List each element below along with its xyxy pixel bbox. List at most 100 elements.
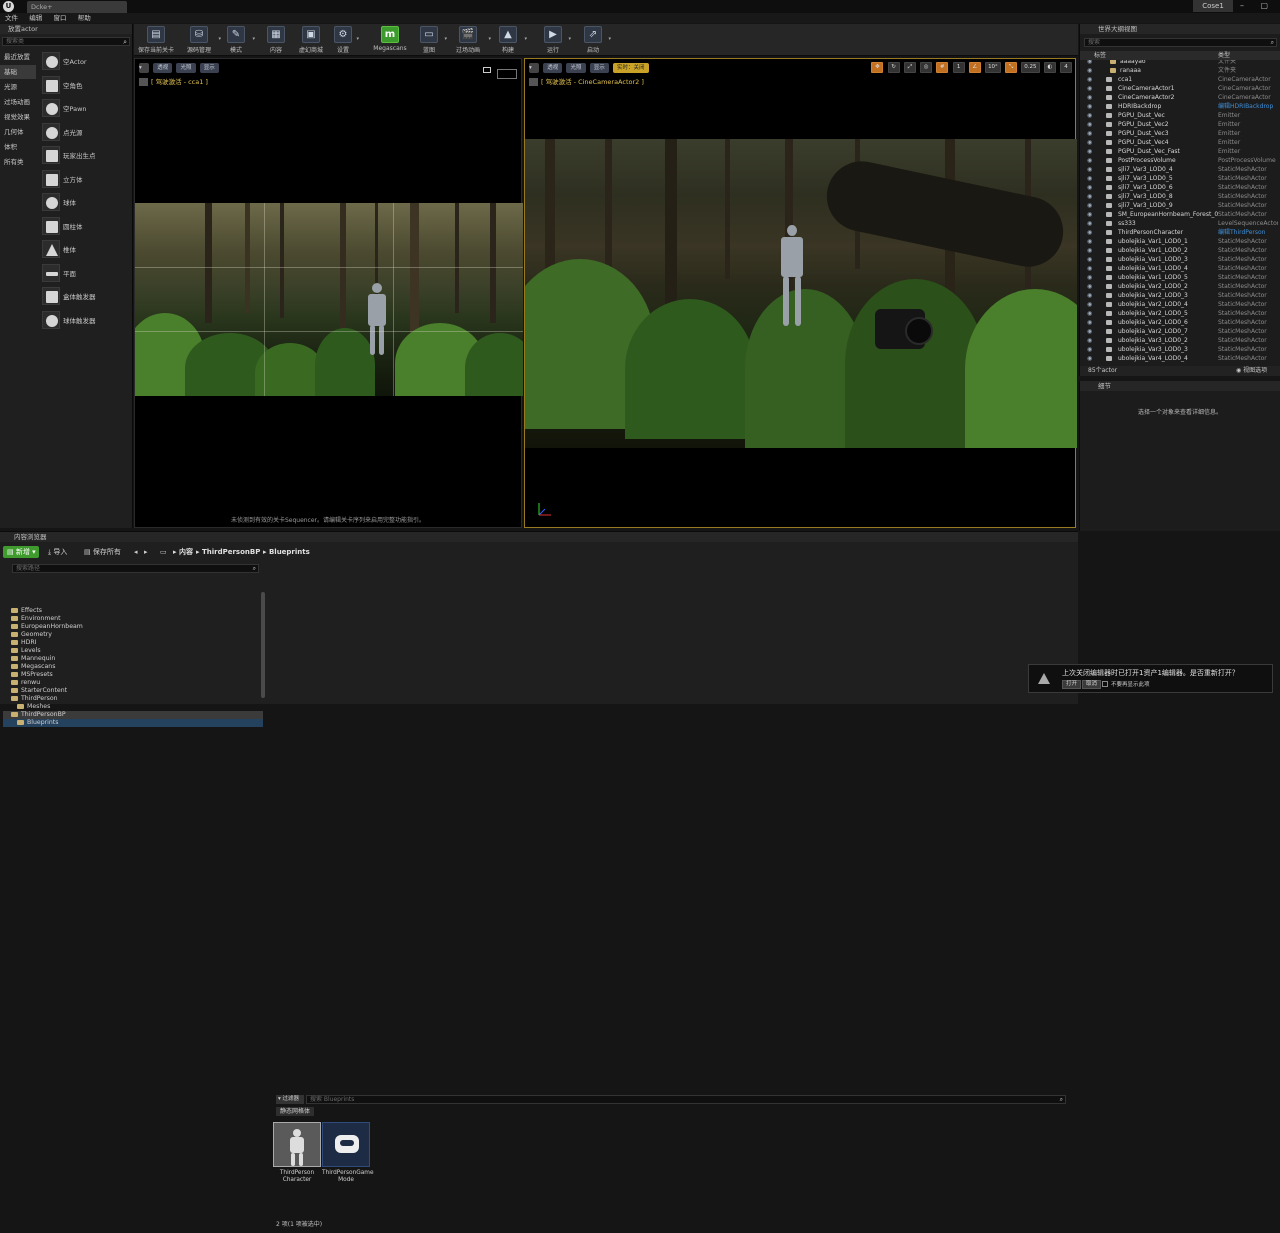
cinematics-button[interactable]: 🎬 过场动画 ▾ — [450, 25, 491, 55]
edit-blueprint-link[interactable]: 编辑HDRIBackdrop — [1218, 102, 1278, 111]
outliner-row[interactable]: ◉ ubolejkia_Var1_LOD0_4 StaticMeshActor — [1080, 264, 1280, 273]
column-type[interactable]: 类型 — [1218, 51, 1230, 60]
folder-tree-item[interactable]: Geometry — [3, 631, 263, 639]
settings-button[interactable]: ⚙ 设置 ▾ — [332, 25, 359, 55]
breadcrumb-thirdpersonbp[interactable]: ▸ ThirdPersonBP — [196, 546, 260, 558]
eject-icon[interactable] — [139, 78, 148, 86]
column-label[interactable]: 标签 — [1094, 51, 1106, 60]
outliner-row[interactable]: ◉ PostProcessVolume PostProcessVolume — [1080, 156, 1280, 165]
outliner-row[interactable]: ◉ PGPU_Dust_Vec_Fast Emitter — [1080, 147, 1280, 156]
visibility-eye-icon[interactable]: ◉ — [1087, 237, 1092, 246]
outliner-row[interactable]: ◉ sjli7_Var3_LOD0_9 StaticMeshActor — [1080, 201, 1280, 210]
move-tool-icon[interactable]: ✥ — [871, 62, 884, 73]
outliner-row[interactable]: ◉ ss333 LevelSequenceActor — [1080, 219, 1280, 228]
outliner-row[interactable]: ◉ sjli7_Var3_LOD0_6 StaticMeshActor — [1080, 183, 1280, 192]
outliner-row[interactable]: ◉ ubolejkia_Var4_LOD0_5StaticMeshActor — [1080, 363, 1280, 364]
visibility-eye-icon[interactable]: ◉ — [1087, 156, 1092, 165]
dropdown-arrow-icon[interactable]: ▾ — [252, 36, 255, 42]
folder-tree-item[interactable]: HDRI — [3, 639, 263, 647]
folder-tree-item[interactable]: renwu — [3, 679, 263, 687]
visibility-eye-icon[interactable]: ◉ — [1087, 120, 1092, 129]
world-local-icon[interactable]: ◎ — [920, 62, 933, 73]
folder-tree-item[interactable]: EuropeanHornbeam — [3, 623, 263, 631]
dropdown-arrow-icon[interactable]: ▾ — [568, 36, 571, 42]
outliner-row[interactable]: ◉ sjli7_Var3_LOD0_4 StaticMeshActor — [1080, 165, 1280, 174]
rotate-tool-icon[interactable]: ↻ — [887, 62, 900, 73]
eject-icon[interactable] — [529, 78, 538, 86]
show-button[interactable]: 显示 — [589, 63, 609, 73]
place-category-7[interactable]: 所有类 — [0, 155, 36, 169]
breadcrumb-content[interactable]: ▸ 内容 — [173, 546, 193, 558]
filter-chip[interactable]: 静态网格体 — [276, 1107, 315, 1116]
megascans-button[interactable]: m Megascans — [370, 25, 410, 55]
menu-window[interactable]: 窗口 — [53, 13, 66, 23]
visibility-eye-icon[interactable]: ◉ — [1087, 228, 1092, 237]
outliner-row[interactable]: ◉ ubolejkia_Var2_LOD0_6 StaticMeshActor — [1080, 318, 1280, 327]
realtime-off-button[interactable]: 实时：关闭 — [612, 63, 649, 73]
asset-search-input[interactable]: 搜索 Blueprints ⌕ — [306, 1095, 1066, 1104]
dropdown-arrow-icon[interactable]: ▾ — [608, 36, 611, 42]
import-button[interactable]: ⤓ 导入 — [48, 546, 67, 558]
viewport-right[interactable]: ▾ 透视 光照 显示 实时：关闭 ✥ ↻ ⤢ ◎ # 1 ∠ 10° ⤡ 0.2… — [524, 58, 1077, 528]
outliner-row[interactable]: ◉ ubolejkia_Var1_LOD0_1 StaticMeshActor — [1080, 237, 1280, 246]
menu-help[interactable]: 帮助 — [78, 13, 91, 23]
outliner-row[interactable]: ◉ CineCameraActor1 CineCameraActor — [1080, 84, 1280, 93]
maximize-icon[interactable] — [483, 67, 491, 73]
dropdown-arrow-icon[interactable]: ▾ — [218, 36, 221, 42]
view-options-button[interactable]: ◉ 视图选项 — [1236, 366, 1267, 376]
dropdown-arrow-icon[interactable]: ▾ — [488, 36, 491, 42]
filter-button[interactable]: ▾ 过滤器 — [276, 1095, 304, 1104]
dropdown-arrow-icon[interactable]: ▾ — [444, 36, 447, 42]
asset-tile-character[interactable]: ThirdPerson Character — [273, 1122, 321, 1188]
play-button[interactable]: ▶ 运行 ▾ — [540, 25, 571, 55]
visibility-eye-icon[interactable]: ◉ — [1087, 84, 1092, 93]
outliner-row[interactable]: ◉ sjli7_Var3_LOD0_8 StaticMeshActor — [1080, 192, 1280, 201]
outliner-row[interactable]: ◉ ubolejkia_Var2_LOD0_5 StaticMeshActor — [1080, 309, 1280, 318]
place-category-2[interactable]: 光源 — [0, 80, 36, 94]
scale-snap-value[interactable]: 0.25 — [1021, 62, 1040, 73]
visibility-eye-icon[interactable]: ◉ — [1087, 201, 1092, 210]
place-item-3[interactable]: 点光源 — [40, 121, 130, 143]
visibility-eye-icon[interactable]: ◉ — [1087, 210, 1092, 219]
rotation-snap-value[interactable]: 10° — [985, 62, 1001, 73]
folder-tree-item[interactable]: StarterContent — [3, 687, 263, 695]
outliner-row[interactable]: ◉ ubolejkia_Var4_LOD0_4 StaticMeshActor — [1080, 354, 1280, 363]
folder-icon[interactable]: ▭ — [160, 546, 167, 558]
place-item-9[interactable]: 平面 — [40, 262, 130, 284]
visibility-eye-icon[interactable]: ◉ — [1087, 192, 1092, 201]
visibility-eye-icon[interactable]: ◉ — [1087, 246, 1092, 255]
outliner-row[interactable]: ◉ PGPU_Dust_Vec Emitter — [1080, 111, 1280, 120]
visibility-eye-icon[interactable]: ◉ — [1087, 282, 1092, 291]
dont-ask-checkbox[interactable] — [1102, 681, 1108, 687]
visibility-eye-icon[interactable]: ◉ — [1087, 219, 1092, 228]
viewport-menu-button[interactable]: ▾ — [139, 63, 149, 73]
folder-tree-scrollbar[interactable] — [261, 592, 265, 698]
outliner-row[interactable]: ◉ cca1 CineCameraActor — [1080, 75, 1280, 84]
asset-tile-gamemode[interactable]: ThirdPersonGame Mode — [322, 1122, 374, 1188]
place-item-8[interactable]: 椎体 — [40, 238, 130, 260]
outliner-row[interactable]: ◉ ubolejkia_Var2_LOD0_3 StaticMeshActor — [1080, 291, 1280, 300]
visibility-eye-icon[interactable]: ◉ — [1087, 264, 1092, 273]
outliner-row[interactable]: ◉ PGPU_Dust_Vec2 Emitter — [1080, 120, 1280, 129]
folder-tree-item[interactable]: MSPresets — [3, 671, 263, 679]
rotation-snap-icon[interactable]: ∠ — [968, 62, 981, 73]
visibility-eye-icon[interactable]: ◉ — [1087, 345, 1092, 354]
visibility-eye-icon[interactable]: ◉ — [1087, 93, 1092, 102]
place-item-10[interactable]: 盒体触发器 — [40, 285, 130, 307]
place-category-1[interactable]: 基础 — [0, 65, 36, 79]
visibility-eye-icon[interactable]: ◉ — [1087, 111, 1092, 120]
camera-speed-value[interactable]: 4 — [1060, 62, 1072, 73]
visibility-eye-icon[interactable]: ◉ — [1087, 300, 1092, 309]
save-level-button[interactable]: ▤ 保存当前关卡 — [136, 25, 176, 55]
outliner-row[interactable]: ◉ ubolejkia_Var1_LOD0_3 StaticMeshActor — [1080, 255, 1280, 264]
edit-blueprint-link[interactable]: 编辑ThirdPerson — [1218, 228, 1278, 237]
document-tab[interactable]: Dcke+ — [27, 1, 127, 13]
build-button[interactable]: ▲ 构建 ▾ — [494, 25, 527, 55]
visibility-eye-icon[interactable]: ◉ — [1087, 291, 1092, 300]
nav-forward-icon[interactable]: ▸ — [144, 546, 148, 558]
blueprints-button[interactable]: ▭ 蓝图 ▾ — [416, 25, 447, 55]
place-category-0[interactable]: 最近放置 — [0, 50, 36, 64]
outliner-row[interactable]: ◉ ThirdPersonCharacter 编辑ThirdPerson — [1080, 228, 1280, 237]
content-button[interactable]: ▦ 内容 — [264, 25, 288, 55]
visibility-eye-icon[interactable]: ◉ — [1087, 354, 1092, 363]
